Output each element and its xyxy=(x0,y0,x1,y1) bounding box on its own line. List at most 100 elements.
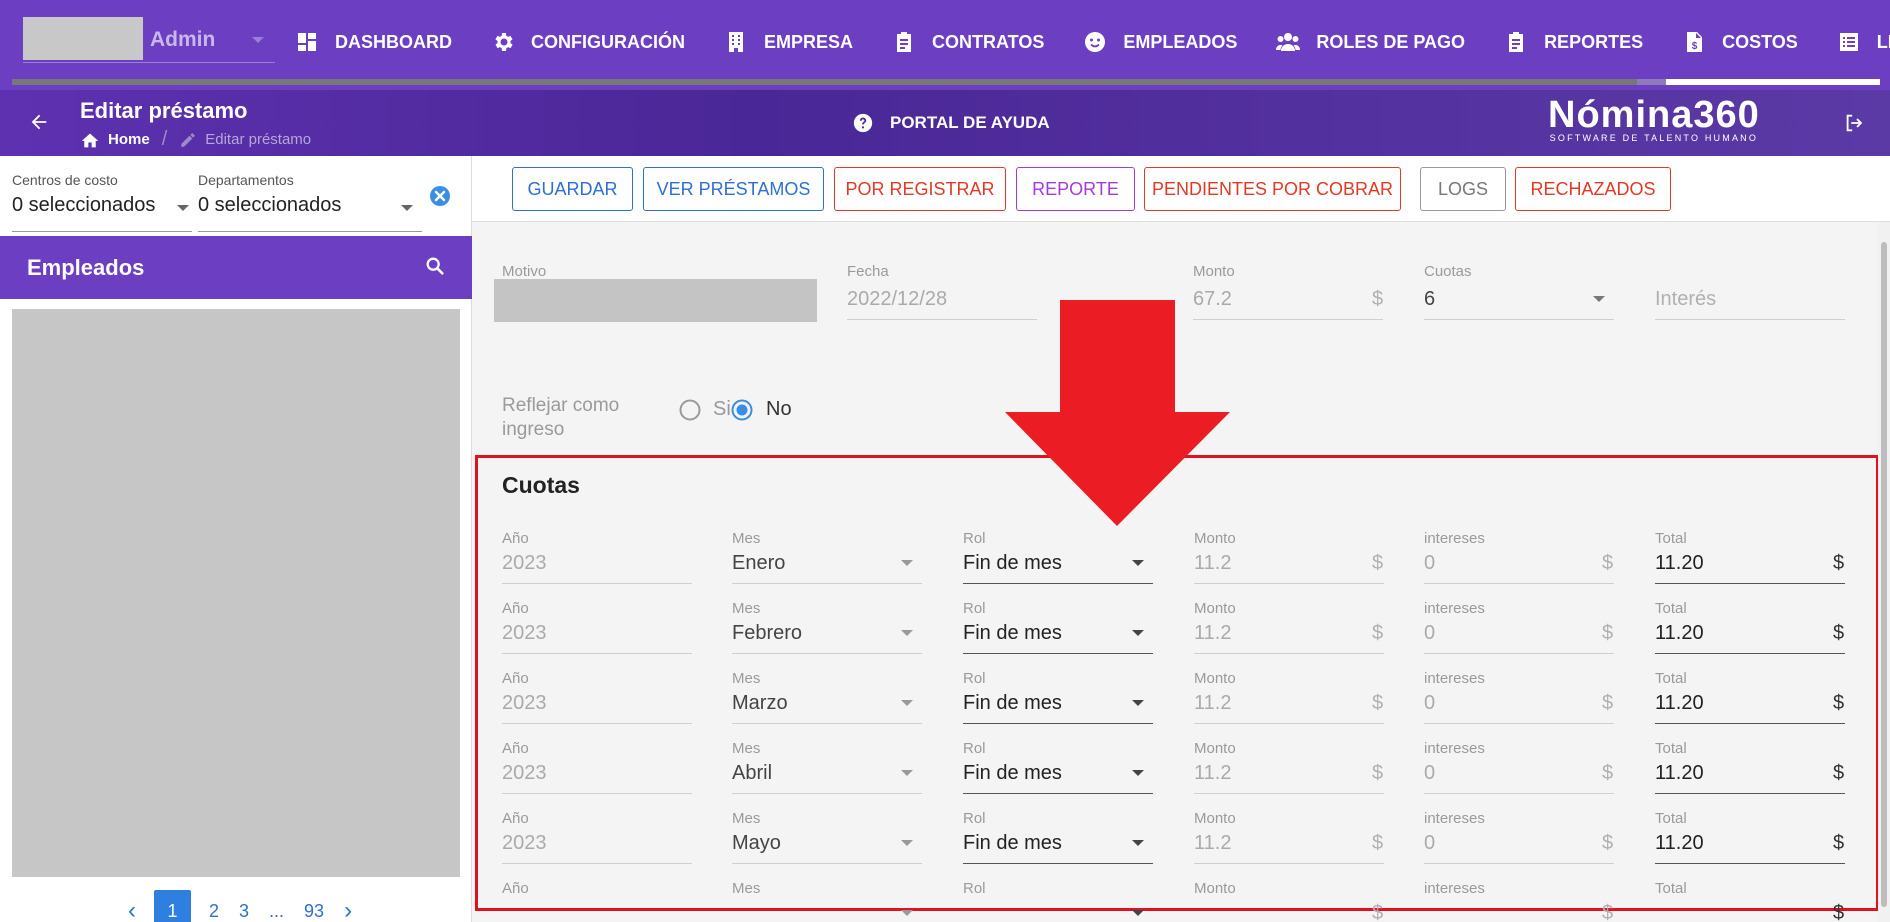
chevron-down-icon[interactable] xyxy=(1131,559,1145,567)
nav-item-empleados[interactable]: EMPLEADOS xyxy=(1083,22,1237,62)
employee-list[interactable] xyxy=(12,309,460,877)
anio-field[interactable]: 2023 xyxy=(502,622,547,645)
logout-icon[interactable] xyxy=(1843,112,1865,134)
chevron-down-icon[interactable] xyxy=(1131,909,1145,917)
mes-field[interactable]: Marzo xyxy=(732,692,788,715)
help-portal-label: PORTAL DE AYUDA xyxy=(890,113,1050,132)
chevron-down-icon[interactable] xyxy=(900,909,914,917)
anio-field[interactable]: 2023 xyxy=(502,692,547,715)
mes-field[interactable]: Mayo xyxy=(732,832,781,855)
radio-si[interactable] xyxy=(679,399,701,421)
nav-item-dashboard[interactable]: DASHBOARD xyxy=(295,22,452,62)
report-button[interactable]: REPORTE xyxy=(1016,167,1135,211)
mes-field[interactable]: Abril xyxy=(732,762,772,785)
cost-center-value[interactable]: 0 seleccionados xyxy=(12,194,155,217)
monto-field[interactable]: 11.2 xyxy=(1194,832,1231,855)
nav-item-costos[interactable]: $ COSTOS xyxy=(1682,22,1798,62)
pending-collection-button[interactable]: PENDIENTES POR COBRAR xyxy=(1144,167,1401,211)
to-register-button[interactable]: POR REGISTRAR xyxy=(834,167,1006,211)
department-filter[interactable]: Departamentos 0 seleccionados xyxy=(198,172,341,217)
chevron-down-icon[interactable] xyxy=(900,559,914,567)
total-field[interactable]: 11.20 xyxy=(1655,552,1704,575)
monto-field[interactable]: 11.2 xyxy=(1194,552,1231,575)
intereses-field[interactable]: 0 xyxy=(1424,762,1435,785)
nav-item-configuraci-n[interactable]: CONFIGURACIÓN xyxy=(491,22,685,62)
department-value[interactable]: 0 seleccionados xyxy=(198,194,341,217)
intereses-field[interactable]: 0 xyxy=(1424,692,1435,715)
chevron-right-icon[interactable]: › xyxy=(344,897,352,922)
back-arrow-icon[interactable] xyxy=(28,111,50,133)
chevron-down-icon[interactable] xyxy=(1131,839,1145,847)
chevron-down-icon[interactable] xyxy=(1131,769,1145,777)
chevron-left-icon[interactable]: ‹ xyxy=(128,897,136,922)
search-icon[interactable] xyxy=(424,255,446,277)
total-field[interactable]: 11.20 xyxy=(1655,692,1704,715)
rol-field[interactable]: Fin de mes xyxy=(963,762,1062,785)
anio-field[interactable]: 2023 xyxy=(502,832,547,855)
intereses-field[interactable]: 0 xyxy=(1424,832,1435,855)
fecha-input[interactable]: 2022/12/28 xyxy=(847,288,947,311)
radio-si-label[interactable]: Si xyxy=(713,398,731,421)
user-role-label[interactable]: Admin xyxy=(150,28,215,52)
nav-item-reportes[interactable]: REPORTES xyxy=(1504,22,1643,62)
motivo-input[interactable] xyxy=(494,279,817,322)
page-link[interactable]: 1 xyxy=(154,890,191,922)
cuotas-select[interactable]: 6 xyxy=(1424,288,1435,311)
nav-item-empresa[interactable]: EMPRESA xyxy=(724,22,853,62)
chevron-down-icon[interactable] xyxy=(900,699,914,707)
rol-field[interactable]: Fin de mes xyxy=(963,622,1062,645)
monto-field[interactable]: 11.2 xyxy=(1194,622,1231,645)
anio-label: Año xyxy=(502,600,529,617)
company-avatar[interactable] xyxy=(23,17,143,60)
logs-button[interactable]: LOGS xyxy=(1420,167,1506,211)
radio-no-label[interactable]: No xyxy=(766,398,792,421)
mes-field[interactable]: Enero xyxy=(732,552,785,575)
home-icon[interactable] xyxy=(80,131,100,149)
save-button[interactable]: GUARDAR xyxy=(512,167,633,211)
page-link[interactable]: 2 xyxy=(209,901,219,922)
breadcrumb-home[interactable]: Home xyxy=(108,131,150,148)
mes-label: Mes xyxy=(732,810,761,827)
page-link[interactable]: 93 xyxy=(304,901,324,922)
clear-filter-icon[interactable] xyxy=(429,185,451,207)
intereses-field[interactable]: 0 xyxy=(1424,622,1435,645)
nav-item-roles-de-pago[interactable]: ROLES DE PAGO xyxy=(1276,22,1465,62)
total-field[interactable]: 11.20 xyxy=(1655,622,1704,645)
rol-field[interactable]: Fin de mes xyxy=(963,692,1062,715)
nav-item-label: LIQUIDACIONES xyxy=(1876,31,1890,52)
intereses-field[interactable]: 0 xyxy=(1424,552,1435,575)
total-field[interactable]: 11.20 xyxy=(1655,762,1704,785)
anio-field[interactable]: 2023 xyxy=(502,552,547,575)
chevron-down-icon[interactable] xyxy=(900,839,914,847)
rol-field[interactable]: Fin de mes xyxy=(963,552,1062,575)
chevron-down-icon[interactable] xyxy=(250,35,266,45)
scrollbar-thumb[interactable] xyxy=(1881,242,1887,907)
chevron-down-icon[interactable] xyxy=(900,769,914,777)
view-loans-button[interactable]: VER PRÉSTAMOS xyxy=(643,167,824,211)
rejected-button[interactable]: RECHAZADOS xyxy=(1515,167,1671,211)
anio-underline xyxy=(502,653,692,654)
help-portal-link[interactable]: PORTAL DE AYUDA xyxy=(852,112,1050,134)
anio-label: Año xyxy=(502,530,529,547)
nav-item-liquidaciones[interactable]: LIQUIDACIONES xyxy=(1837,22,1890,62)
chevron-down-icon[interactable] xyxy=(900,629,914,637)
chevron-down-icon[interactable] xyxy=(1592,295,1606,303)
page-link[interactable]: ... xyxy=(269,901,284,922)
nav-item-contratos[interactable]: CONTRATOS xyxy=(892,22,1044,62)
chevron-down-icon[interactable] xyxy=(176,204,190,212)
anio-field[interactable]: 2023 xyxy=(502,762,547,785)
monto-field[interactable]: 11.2 xyxy=(1194,692,1231,715)
cost-center-filter[interactable]: Centros de costo 0 seleccionados xyxy=(12,172,155,217)
currency-symbol: $ xyxy=(1833,832,1845,854)
chevron-down-icon[interactable] xyxy=(1131,699,1145,707)
chevron-down-icon[interactable] xyxy=(1131,629,1145,637)
total-field[interactable]: 11.20 xyxy=(1655,832,1704,855)
page-link[interactable]: 3 xyxy=(239,901,249,922)
radio-no[interactable] xyxy=(731,399,753,421)
action-toolbar: GUARDAR VER PRÉSTAMOS POR REGISTRAR REPO… xyxy=(472,156,1890,222)
mes-field[interactable]: Febrero xyxy=(732,622,802,645)
interes-input[interactable]: Interés xyxy=(1655,288,1716,311)
chevron-down-icon[interactable] xyxy=(400,204,414,212)
rol-field[interactable]: Fin de mes xyxy=(963,832,1062,855)
monto-field[interactable]: 11.2 xyxy=(1194,762,1231,785)
